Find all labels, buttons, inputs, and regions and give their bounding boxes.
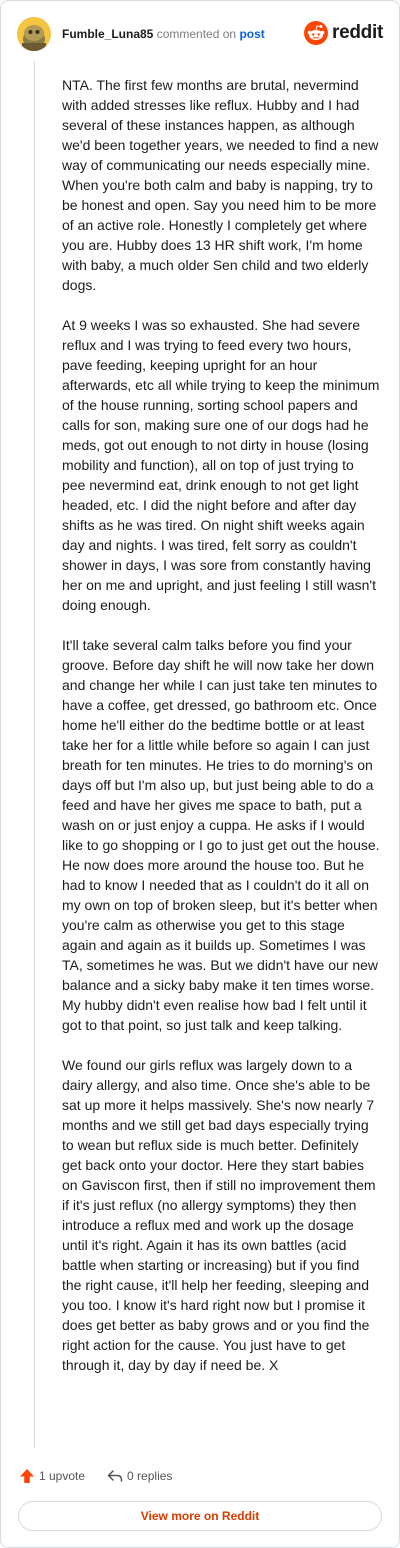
avatar-snoo-icon — [17, 17, 51, 51]
reply-arrow-icon — [107, 1470, 123, 1482]
post-link[interactable]: post — [239, 27, 264, 41]
avatar[interactable] — [17, 17, 51, 51]
comment-paragraph-4: We found our girls reflux was largely do… — [62, 1057, 376, 1373]
reddit-snoo-icon — [304, 21, 329, 45]
upvote-arrow-icon — [20, 1469, 34, 1483]
comment-actions: 1 upvote 0 replies — [19, 1467, 172, 1485]
replies-button[interactable]: 0 replies — [107, 1468, 172, 1484]
view-more-on-reddit-button[interactable]: View more on Reddit — [18, 1501, 382, 1531]
comment-paragraph-1: NTA. The first few months are brutal, ne… — [62, 77, 379, 293]
thread-line[interactable] — [34, 61, 35, 1448]
comment-header: Fumble_Luna85 commented on post reddit — [1, 1, 399, 63]
view-more-label: View more on Reddit — [140, 1509, 260, 1523]
comment-paragraph-2: At 9 weeks I was so exhausted. She had s… — [62, 317, 380, 613]
comment-body: NTA. The first few months are brutal, ne… — [62, 75, 380, 1395]
reddit-brand[interactable]: reddit — [304, 20, 383, 46]
upvote-count: 1 upvote — [39, 1469, 86, 1483]
comment-card: Fumble_Luna85 commented on post reddit N… — [0, 0, 400, 1548]
upvote-button[interactable]: 1 upvote — [19, 1468, 85, 1484]
comment-paragraph-3: It'll take several calm talks before you… — [62, 637, 380, 1033]
comment-meta: Fumble_Luna85 commented on post — [62, 27, 265, 41]
action-text: commented on — [156, 27, 237, 41]
reply-count: 0 replies — [127, 1469, 173, 1483]
reddit-wordmark: reddit — [332, 22, 383, 43]
username-link[interactable]: Fumble_Luna85 — [62, 27, 153, 41]
